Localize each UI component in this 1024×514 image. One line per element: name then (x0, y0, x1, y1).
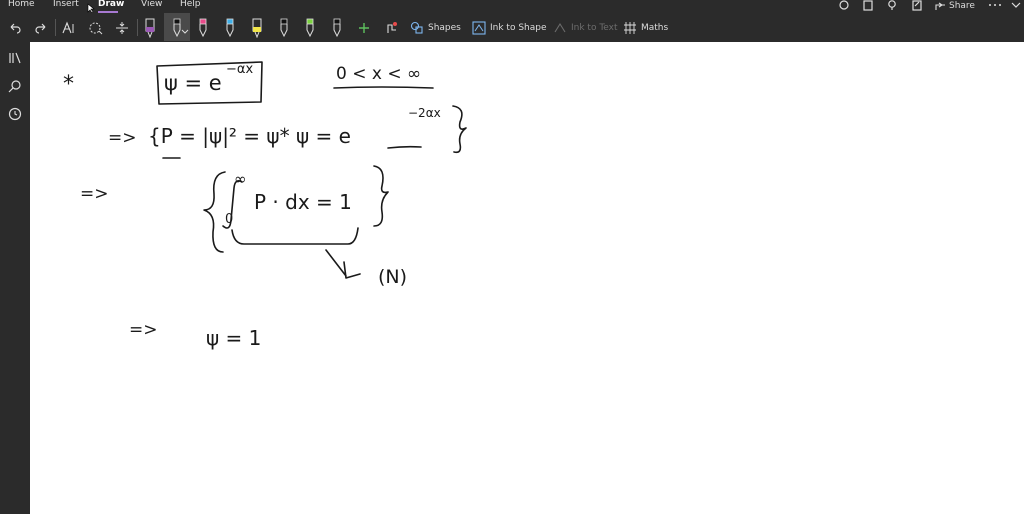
e-underline (387, 145, 422, 149)
tab-help[interactable]: Help (180, 0, 201, 10)
integral-upper-limit: ∞ (234, 170, 247, 188)
ink-to-text-label: Ink to Text (571, 22, 618, 33)
integral-lower-limit: 0 (225, 212, 234, 227)
highlighter-icon (252, 18, 262, 38)
maths-label: Maths (641, 22, 669, 33)
shapes-icon (410, 21, 423, 34)
share-button[interactable]: Share (935, 0, 975, 12)
tab-draw[interactable]: Draw (98, 0, 124, 10)
note-canvas[interactable]: * ψ = e −αx 0 < x < ∞ => {P = |ψ|² = ψ* … (30, 42, 1024, 514)
ink-to-shape-icon (472, 20, 486, 35)
closing-brace-stroke (452, 105, 467, 154)
pen-tool-3[interactable] (196, 13, 210, 42)
handwriting-ink-layer (156, 61, 467, 279)
edit-icon[interactable] (911, 0, 923, 12)
notebook-icon[interactable] (862, 0, 874, 12)
pen-tool-4[interactable] (223, 13, 237, 42)
ink-to-text-button: Ink to Text (553, 13, 618, 42)
pen-tool-5[interactable] (250, 13, 264, 42)
share-label: Share (949, 0, 975, 11)
lasso-select-icon[interactable] (87, 13, 105, 42)
ink-to-shape-button[interactable]: Ink to Shape (472, 13, 547, 42)
pen-tool-8[interactable] (330, 13, 344, 42)
pen-tool-7[interactable] (303, 13, 317, 42)
ink-to-text-icon (554, 22, 566, 32)
tab-home[interactable]: Home (8, 0, 35, 10)
ink-to-shape-label: Ink to Shape (490, 22, 547, 33)
more-options-icon[interactable] (987, 0, 1003, 12)
probability-equation: {P = |ψ|² = ψ* ψ = e (148, 124, 351, 148)
tab-insert[interactable]: Insert (53, 0, 79, 10)
label-arrow-stroke (325, 249, 361, 279)
psi-definition: ψ = e (164, 71, 222, 95)
search-icon[interactable] (6, 77, 24, 95)
psi-exponent: −αx (226, 62, 254, 77)
pen-options-chevron-icon[interactable] (181, 22, 189, 42)
tab-view[interactable]: View (141, 0, 162, 10)
undo-icon[interactable] (6, 13, 24, 42)
domain-range: 0 < x < ∞ (336, 64, 422, 84)
ink-replay-icon[interactable] (383, 13, 401, 42)
implies-arrow-3: => (129, 320, 158, 340)
share-icon (935, 2, 945, 10)
implies-arrow-1: => (108, 128, 137, 148)
shapes-button[interactable]: Shapes (410, 13, 461, 42)
left-sidebar (0, 42, 30, 514)
recent-clock-icon[interactable] (6, 105, 24, 123)
pen-icon (226, 18, 234, 37)
lightbulb-icon[interactable] (886, 0, 898, 12)
shapes-label: Shapes (428, 22, 461, 33)
sync-icon[interactable] (838, 0, 850, 12)
toolbar-separator (137, 19, 138, 36)
closing-brace-stroke-2 (373, 165, 389, 227)
maths-button[interactable]: Maths (623, 13, 668, 42)
pen-icon (280, 18, 288, 37)
add-pen-icon[interactable] (356, 13, 372, 42)
pen-icon (306, 18, 314, 37)
pen-icon (333, 18, 341, 37)
pen-tool-6[interactable] (277, 13, 291, 42)
normalization-label: (N) (378, 266, 408, 288)
highlighter-icon (145, 18, 155, 38)
lasso-text-icon[interactable] (60, 13, 78, 42)
notebooks-icon[interactable] (6, 49, 24, 67)
redo-icon[interactable] (32, 13, 50, 42)
psi-equals-one: ψ = 1 (206, 326, 262, 350)
opening-brace-stroke (203, 171, 226, 253)
pen-icon (199, 18, 207, 37)
domain-underline (333, 86, 434, 89)
star-mark: * (63, 72, 74, 97)
implies-arrow-2: => (80, 184, 109, 204)
toolbar-separator (55, 19, 56, 36)
underbrace-stroke (231, 227, 359, 245)
probability-exponent: −2αx (408, 106, 441, 120)
maths-icon (624, 21, 636, 34)
collapse-icon[interactable] (1010, 0, 1022, 12)
pen-tool-1[interactable] (143, 13, 157, 42)
add-space-icon[interactable] (113, 13, 131, 42)
normalization-integrand: P · dx = 1 (254, 190, 352, 214)
